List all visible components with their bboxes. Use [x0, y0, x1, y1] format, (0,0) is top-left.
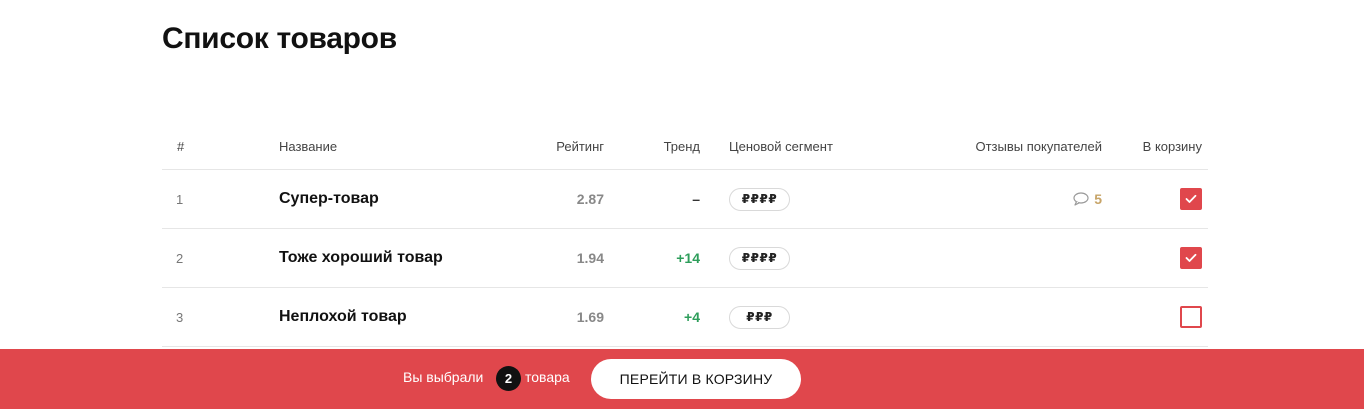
row-num: 2: [176, 250, 184, 266]
header-cart: В корзину: [1142, 139, 1202, 154]
price-segment: ₽₽₽₽: [729, 246, 790, 270]
table-row: 1 Супер-товар 2.87 – ₽₽₽₽ 5: [162, 170, 1208, 229]
header-reviews: Отзывы покупателей: [975, 139, 1102, 154]
row-num: 1: [176, 191, 184, 207]
price-segment: ₽₽₽: [729, 305, 790, 329]
product-rating: 2.87: [576, 191, 604, 207]
row-num: 3: [176, 309, 184, 325]
selection-count-badge: 2: [496, 366, 521, 391]
page: Список товаров # Название Рейтинг Тренд …: [0, 0, 1364, 409]
product-rating: 1.94: [576, 250, 604, 266]
header-trend: Тренд: [663, 139, 700, 154]
comment-icon: [1073, 192, 1089, 206]
reviews-count: 5: [1094, 191, 1102, 207]
header-num: #: [177, 139, 185, 154]
product-name: Супер-товар: [279, 190, 379, 207]
products-table: # Название Рейтинг Тренд Ценовой сегмент…: [162, 124, 1208, 347]
cart-cell: [1180, 247, 1202, 269]
table-row: 3 Неплохой товар 1.69 +4 ₽₽₽: [162, 288, 1208, 347]
price-segment: ₽₽₽₽: [729, 187, 790, 211]
product-trend: +4: [684, 309, 700, 325]
checkmark-icon: [1185, 194, 1197, 203]
product-trend: +14: [676, 250, 700, 266]
add-to-cart-checkbox[interactable]: [1180, 306, 1202, 328]
product-rating: 1.69: [576, 309, 604, 325]
cart-cell: [1180, 188, 1202, 210]
product-name: Неплохой товар: [279, 308, 407, 325]
product-trend: –: [692, 191, 700, 207]
price-segment-pill: ₽₽₽: [729, 305, 790, 329]
selection-bar: Вы выбрали 2 товара ПЕРЕЙТИ В КОРЗИНУ: [0, 349, 1364, 409]
add-to-cart-checkbox[interactable]: [1180, 188, 1202, 210]
selection-prefix: Вы выбрали: [403, 369, 484, 385]
page-title: Список товаров: [162, 22, 397, 55]
table-header: # Название Рейтинг Тренд Ценовой сегмент…: [162, 124, 1208, 170]
checkmark-icon: [1185, 253, 1197, 262]
table-row: 2 Тоже хороший товар 1.94 +14 ₽₽₽₽: [162, 229, 1208, 288]
product-name: Тоже хороший товар: [279, 249, 443, 266]
header-segment: Ценовой сегмент: [729, 139, 833, 154]
reviews-link[interactable]: 5: [1073, 191, 1102, 207]
header-name: Название: [279, 139, 338, 154]
price-segment-pill: ₽₽₽₽: [729, 187, 790, 211]
selection-suffix: товара: [525, 369, 570, 385]
price-segment-pill: ₽₽₽₽: [729, 246, 790, 270]
add-to-cart-checkbox[interactable]: [1180, 247, 1202, 269]
go-to-cart-button[interactable]: ПЕРЕЙТИ В КОРЗИНУ: [591, 359, 801, 399]
cart-cell: [1180, 306, 1202, 328]
header-rating: Рейтинг: [556, 139, 604, 154]
